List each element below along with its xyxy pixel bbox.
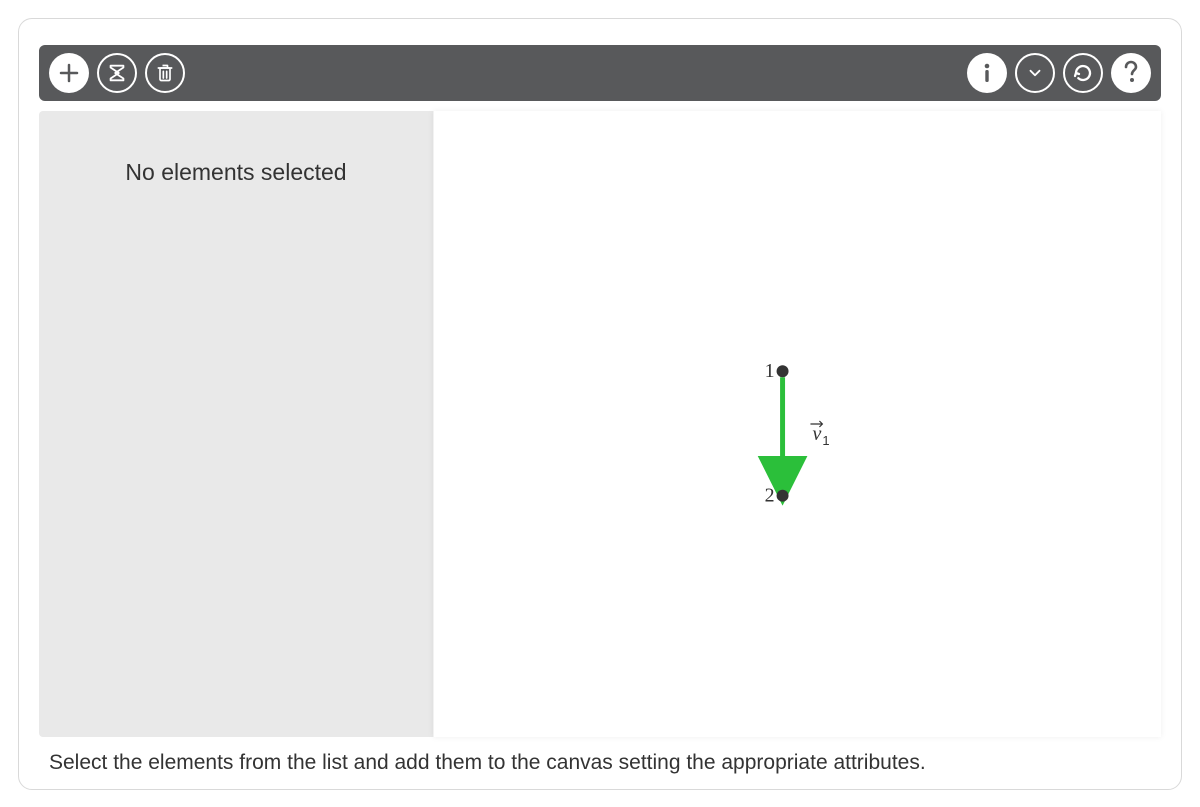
- info-icon: [982, 61, 992, 85]
- canvas-svg: v112: [434, 111, 1161, 737]
- app-panel: No elements selected v112 Select the ele…: [18, 18, 1182, 790]
- help-icon: [1123, 60, 1139, 86]
- canvas-point[interactable]: [777, 490, 789, 502]
- canvas-point[interactable]: [777, 365, 789, 377]
- sidebar-empty-message: No elements selected: [63, 159, 409, 186]
- dropdown-button[interactable]: [1015, 53, 1055, 93]
- canvas-point-label: 2: [765, 485, 775, 507]
- chevron-down-icon: [1026, 64, 1044, 82]
- canvas-point-label: 1: [765, 360, 775, 382]
- svg-text:1: 1: [822, 433, 829, 448]
- elements-sidebar: No elements selected: [39, 111, 433, 737]
- info-button[interactable]: [967, 53, 1007, 93]
- trash-icon: [155, 62, 175, 84]
- sigma-icon: [106, 62, 128, 84]
- toolbar: [39, 45, 1161, 101]
- instruction-text: Select the elements from the list and ad…: [49, 751, 1151, 775]
- toolbar-right-group: [967, 53, 1151, 93]
- plus-icon: [57, 61, 81, 85]
- drawing-canvas[interactable]: v112: [433, 111, 1161, 737]
- toolbar-left-group: [49, 53, 185, 93]
- content-area: No elements selected v112: [39, 111, 1161, 737]
- sum-button[interactable]: [97, 53, 137, 93]
- add-button[interactable]: [49, 53, 89, 93]
- help-button[interactable]: [1111, 53, 1151, 93]
- reset-button[interactable]: [1063, 53, 1103, 93]
- reset-icon: [1071, 61, 1095, 85]
- vector-label: v1: [810, 421, 829, 448]
- delete-button[interactable]: [145, 53, 185, 93]
